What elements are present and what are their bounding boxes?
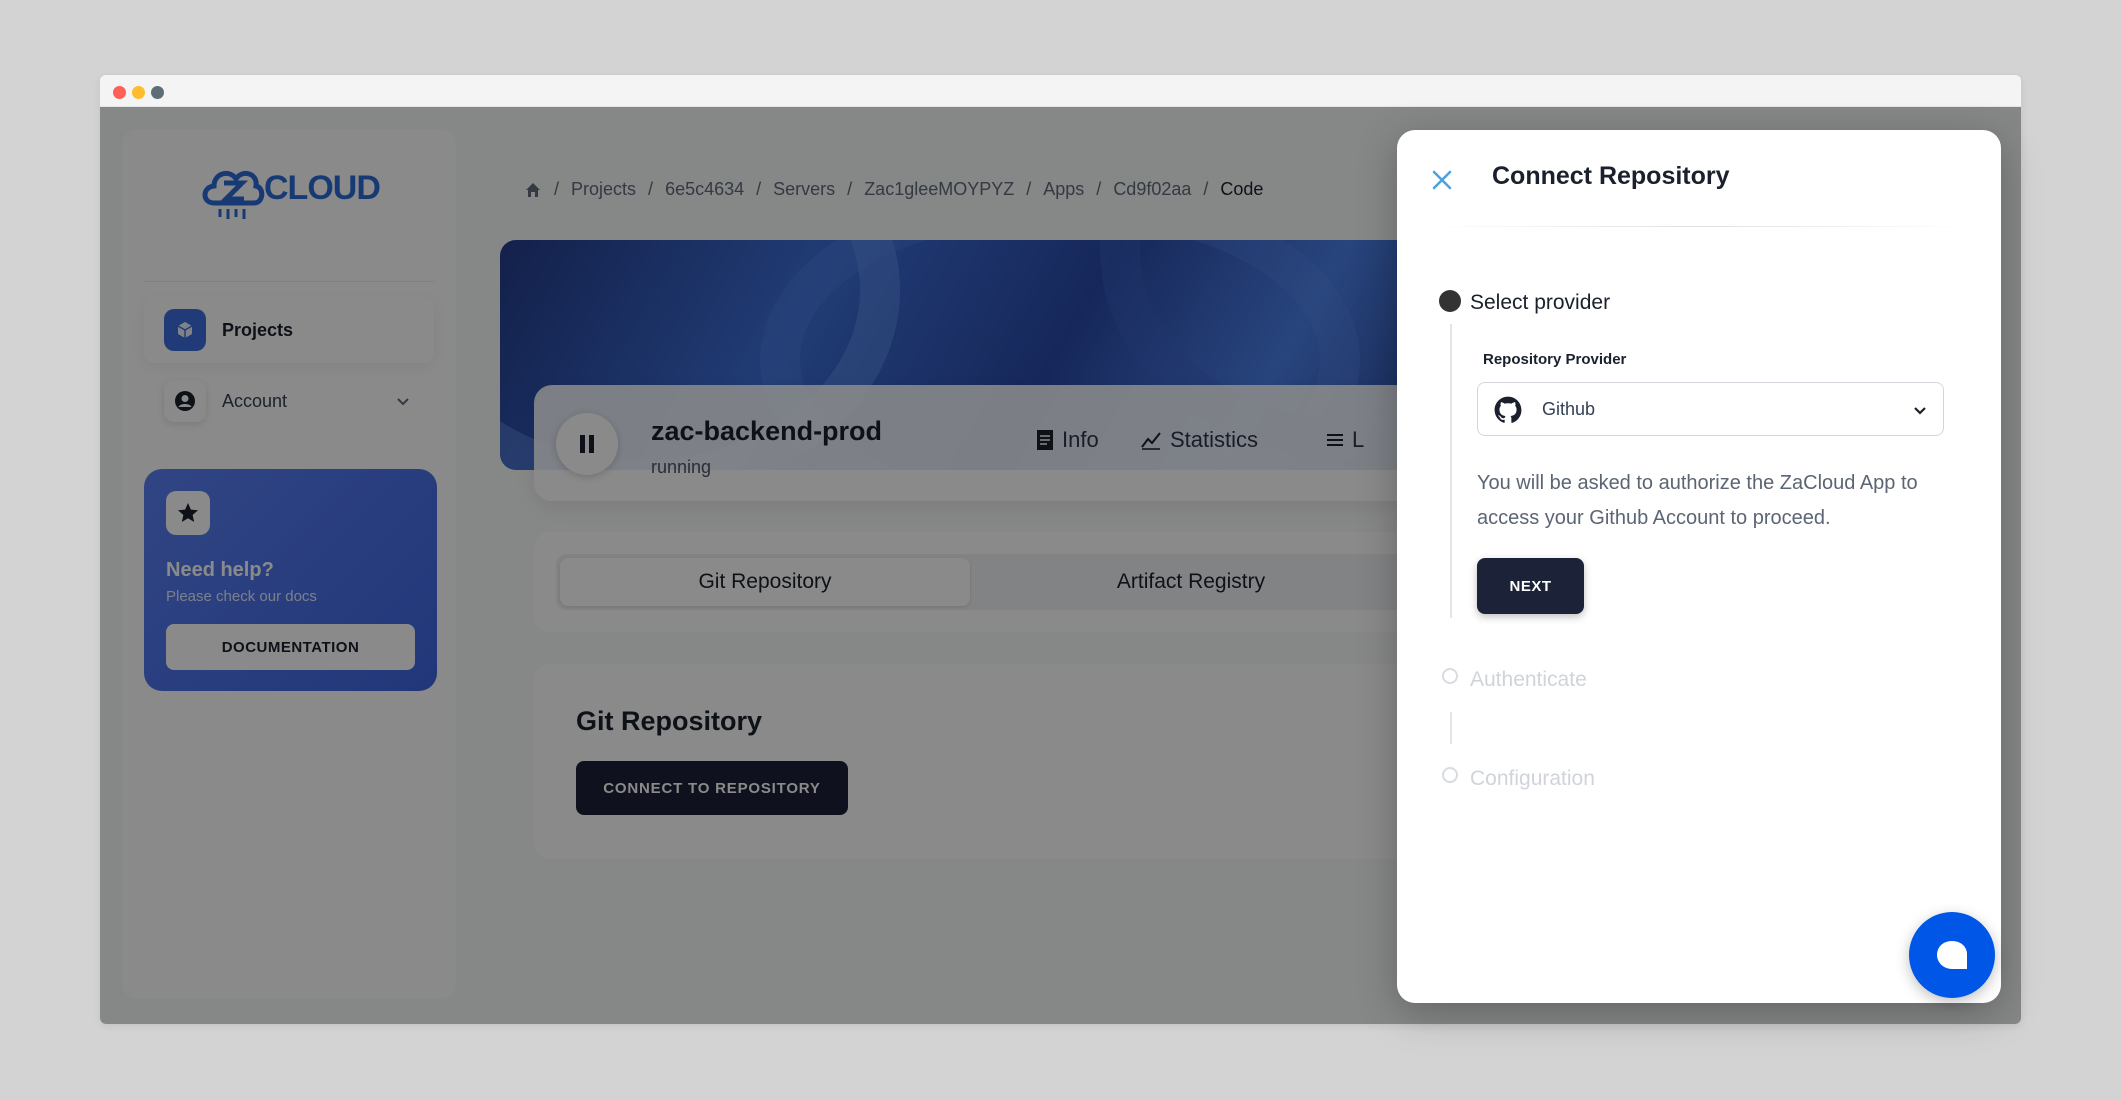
- repository-provider-label: Repository Provider: [1483, 351, 1627, 368]
- selected-provider: Github: [1542, 399, 1596, 419]
- chat-bubble-icon: [1937, 941, 1967, 969]
- minimize-window-dot[interactable]: [132, 86, 145, 99]
- step-connector: [1450, 324, 1452, 618]
- step-authenticate: Authenticate: [1470, 668, 1587, 691]
- maximize-window-dot[interactable]: [151, 86, 164, 99]
- step-indicator-inactive: [1442, 767, 1458, 783]
- drawer-divider: [1427, 226, 1971, 227]
- close-window-dot[interactable]: [113, 86, 126, 99]
- drawer-title: Connect Repository: [1492, 162, 1730, 190]
- title-bar: [100, 75, 2021, 107]
- step-connector: [1450, 712, 1452, 744]
- chat-widget-button[interactable]: [1909, 912, 1995, 998]
- repository-provider-select[interactable]: Github: [1477, 382, 1944, 436]
- next-button[interactable]: NEXT: [1477, 558, 1584, 614]
- authorize-info-text: You will be asked to authorize the ZaClo…: [1477, 472, 1918, 529]
- step-indicator-inactive: [1442, 668, 1458, 684]
- connect-repository-drawer: Connect Repository Select provider Repos…: [1397, 130, 2001, 1003]
- step-select-provider: Select provider: [1470, 291, 1611, 314]
- close-icon[interactable]: [1427, 165, 1457, 195]
- step-configuration: Configuration: [1470, 767, 1595, 790]
- github-icon: [1494, 396, 1522, 429]
- step-indicator-active: [1439, 290, 1461, 312]
- chevron-down-icon: [1913, 403, 1927, 421]
